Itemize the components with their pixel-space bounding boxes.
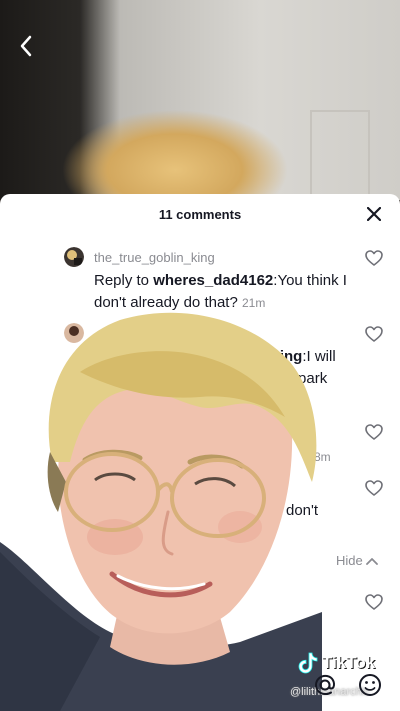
tiktok-logo-icon — [298, 652, 318, 674]
heart-outline-icon[interactable] — [364, 592, 384, 612]
heart-outline-icon[interactable] — [364, 422, 384, 442]
emoji-icon — [359, 674, 381, 696]
reply-to-user[interactable]: wheres_dad4162 — [153, 272, 273, 289]
emoji-button[interactable] — [357, 672, 383, 698]
chevron-up-icon — [365, 557, 378, 565]
comments-header: 11 comments — [0, 194, 400, 234]
video-background — [0, 0, 400, 200]
at-sign-icon — [314, 674, 335, 696]
tiktok-watermark: TikTok — [298, 652, 375, 674]
close-icon — [367, 207, 381, 221]
comment-text: Reply to wheres_dad4162:You think I don'… — [94, 270, 354, 314]
background-door — [310, 110, 370, 200]
mention-button[interactable] — [312, 672, 338, 698]
comment-username[interactable]: the_true_goblin_king — [94, 250, 215, 265]
comment-count: 11 comments — [158, 206, 242, 222]
reply-prefix: Reply to — [94, 272, 154, 289]
close-button[interactable] — [364, 204, 384, 224]
avatar[interactable] — [64, 247, 84, 267]
creator-video-overlay — [0, 312, 322, 711]
back-button[interactable] — [10, 30, 42, 62]
hide-replies-button[interactable]: Hide — [336, 553, 378, 568]
comment-time: 21m — [241, 296, 266, 310]
heart-outline-icon[interactable] — [364, 324, 384, 344]
heart-outline-icon[interactable] — [364, 478, 384, 498]
tiktok-brand: TikTok — [322, 653, 376, 672]
chevron-left-icon — [20, 35, 32, 57]
hide-label: Hide — [336, 553, 363, 568]
heart-outline-icon[interactable] — [364, 248, 384, 268]
